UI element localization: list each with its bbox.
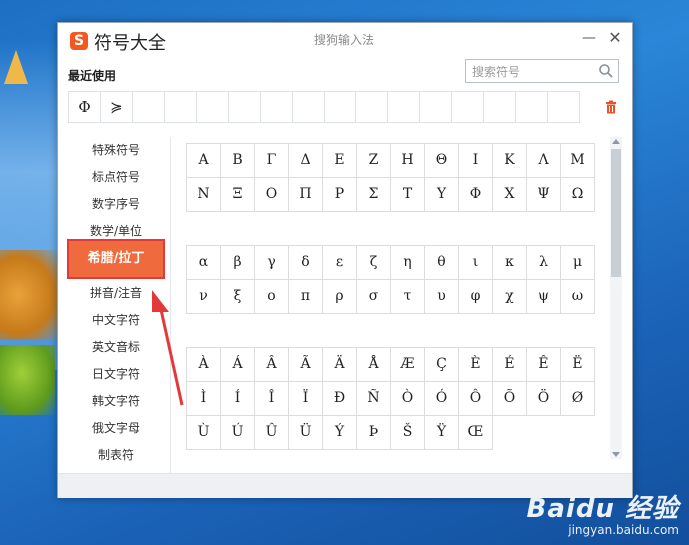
- watermark-url: jingyan.baidu.com: [568, 523, 679, 537]
- watermark-brand: Baidu 经验: [526, 494, 679, 524]
- baidu-watermark: Baidu 经验 jingyan.baidu.com: [527, 488, 679, 537]
- annotation-arrow-icon: [152, 290, 184, 406]
